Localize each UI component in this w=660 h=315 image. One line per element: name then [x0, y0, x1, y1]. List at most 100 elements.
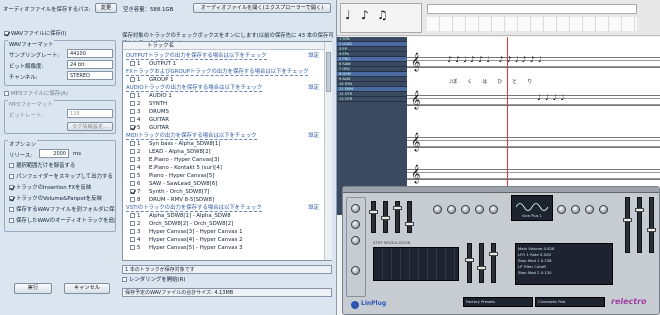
checkbox-icon[interactable]	[130, 197, 135, 202]
lyric-syllable[interactable]: く	[467, 79, 472, 85]
checkbox-icon[interactable]	[130, 101, 135, 106]
knob-icon[interactable]	[351, 266, 360, 275]
checkbox-icon[interactable]	[9, 185, 14, 190]
channel-select[interactable]: STEREO	[67, 71, 113, 80]
option-checkbox[interactable]: 保存するWAVファイルを別フォルダに保存	[9, 205, 115, 216]
release-input[interactable]: 2000	[39, 149, 69, 158]
checkbox-icon[interactable]	[130, 245, 135, 250]
knob-icon[interactable]	[461, 205, 470, 214]
change-path-button[interactable]: 変更	[95, 3, 117, 13]
checkbox-icon[interactable]	[130, 181, 135, 186]
track-row[interactable]: 5 Piano - Hyper Canvas[5]	[126, 172, 322, 180]
track-row[interactable]: 4 GUITAR	[126, 116, 322, 124]
note-sequence[interactable]: ♪♪♩♪♪♩ ♪♪♩♪♪♩	[447, 55, 544, 64]
checkbox-icon[interactable]	[4, 91, 9, 96]
note-sequence[interactable]: ♩♩♩♩	[537, 93, 568, 102]
knob-icon[interactable]	[557, 205, 566, 214]
option-checkbox[interactable]: パンフェイダーをスキップして出力する	[9, 172, 115, 183]
track-row[interactable]: 1 Alpha_SDW8[1] - Alpha_SDW8	[126, 212, 322, 220]
list-scrollbar[interactable]	[324, 42, 332, 260]
preset-name[interactable]: Cinematic Pad	[535, 297, 605, 307]
env-fader[interactable]	[405, 201, 414, 233]
track-row[interactable]: 8 DRUM - RMV 8-5[SDW8]	[126, 196, 322, 204]
checkbox-icon[interactable]	[4, 31, 9, 36]
checkbox-icon[interactable]	[130, 157, 135, 162]
lyric-syllable[interactable]: ♪ぼ	[449, 79, 457, 85]
checkbox-icon[interactable]	[130, 141, 135, 146]
knob-icon[interactable]	[351, 236, 360, 245]
track-row[interactable]: 1 AUDIO 1	[126, 92, 322, 100]
track-row[interactable]: 3 Hyper Canvas[3] - Hyper Canvas 1	[126, 228, 322, 236]
run-button[interactable]: 実行	[14, 283, 52, 294]
section-settings-link[interactable]: 設定	[308, 204, 319, 212]
render-checkbox[interactable]: レンダリングを開始(R)	[122, 276, 185, 284]
knob-icon[interactable]	[489, 205, 498, 214]
option-checkbox[interactable]: トラックのVolume&Panpotを反映	[9, 194, 115, 205]
checkbox-icon[interactable]	[130, 125, 135, 130]
rate-select[interactable]: 44100	[67, 49, 113, 58]
track-row[interactable]: 2 Orch_SDW8[2] - Orch_SDW8[2]	[126, 220, 322, 228]
checkbox-icon[interactable]	[122, 277, 127, 282]
quarter-note-icon[interactable]: ♩	[345, 8, 351, 22]
checkbox-icon[interactable]	[9, 196, 14, 201]
checkbox-icon[interactable]	[130, 77, 135, 82]
env-fader[interactable]	[369, 201, 378, 233]
env-fader[interactable]	[393, 201, 402, 233]
track-row[interactable]: 1 GROUP 1	[126, 76, 322, 84]
checkbox-icon[interactable]	[130, 189, 135, 194]
section-settings-link[interactable]: 設定	[308, 132, 319, 140]
step-sequencer[interactable]	[373, 247, 459, 281]
track-row[interactable]: 6 SAW - SawLead_SDW8[6]	[126, 180, 322, 188]
wav-save-checkbox[interactable]: WAVファイルに保存(I)	[4, 30, 67, 38]
lyric-syllable[interactable]: り	[527, 79, 532, 85]
daw-track[interactable]: 13 GTR	[337, 97, 407, 102]
checkbox-icon[interactable]	[9, 174, 14, 179]
track-row[interactable]: 3 DRUMS	[126, 108, 322, 116]
checkbox-icon[interactable]	[9, 207, 14, 212]
track-row[interactable]: 3 E.Piano - Hyper Canvas[3]	[126, 156, 322, 164]
checkbox-icon[interactable]	[130, 237, 135, 242]
mp3-save-checkbox[interactable]: MP3ファイルに保存(A)	[4, 90, 68, 98]
track-row[interactable]: 1 Syn bass - Alpha_SDW8[1]	[126, 140, 322, 148]
bits-select[interactable]: 24 bit	[67, 60, 113, 69]
lyric-syllable[interactable]: は	[482, 79, 487, 85]
knob-icon[interactable]	[351, 220, 360, 229]
lyric-syllable[interactable]: と	[512, 79, 517, 85]
knob-icon[interactable]	[351, 204, 360, 213]
track-row[interactable]: 7 Synth - Orch_SDW8[7]	[126, 188, 322, 196]
checkbox-icon[interactable]	[130, 173, 135, 178]
scrollbar-thumb[interactable]	[326, 52, 331, 92]
beamed-note-icon[interactable]: ♫	[377, 8, 388, 22]
option-checkbox[interactable]: 選択範囲だけを録音する	[9, 161, 115, 172]
track-row[interactable]: 5 Hyper Canvas[5] - Hyper Canvas 3	[126, 244, 322, 252]
option-checkbox[interactable]: 保存したWAVのオーディオトラックを追加	[9, 216, 115, 227]
lfo-fader[interactable]	[489, 243, 498, 283]
checkbox-icon[interactable]	[130, 93, 135, 98]
knob-icon[interactable]	[585, 205, 594, 214]
checkbox-icon[interactable]	[130, 117, 135, 122]
lfo-fader[interactable]	[465, 243, 474, 283]
lyric-syllable[interactable]: ひ	[497, 79, 502, 85]
knob-icon[interactable]	[599, 205, 608, 214]
checkbox-icon[interactable]	[130, 213, 135, 218]
track-row[interactable]: 1 OUTPUT 1	[126, 60, 322, 68]
track-row[interactable]: 5 GUITAR	[126, 124, 322, 132]
playhead[interactable]	[507, 37, 508, 187]
checkbox-icon[interactable]	[9, 218, 14, 223]
checkbox-icon[interactable]	[130, 61, 135, 66]
option-checkbox[interactable]: トラックのInsertion FXを反映	[9, 183, 115, 194]
volume-fader[interactable]	[647, 197, 656, 253]
volume-fader[interactable]	[623, 197, 632, 253]
track-row[interactable]: 4 E.Piano - Kontakt 5 (sur)[4]	[126, 164, 322, 172]
cancel-button[interactable]: キャンセル	[64, 283, 110, 294]
tag-settings-button[interactable]: タグ情報設定...	[67, 122, 113, 131]
knob-icon[interactable]	[447, 205, 456, 214]
section-settings-link[interactable]: 設定	[308, 84, 319, 92]
checkbox-icon[interactable]	[130, 165, 135, 170]
eighth-note-icon[interactable]: ♪	[361, 8, 369, 22]
track-row[interactable]: 2 LEAD - Alpha_SDW8[2]	[126, 148, 322, 156]
waveform-display[interactable]: Sine Plus 1	[511, 195, 553, 221]
checkbox-icon[interactable]	[130, 221, 135, 226]
section-settings-link[interactable]: 設定	[308, 52, 319, 60]
preset-bank[interactable]: Factory Presets	[463, 297, 533, 307]
